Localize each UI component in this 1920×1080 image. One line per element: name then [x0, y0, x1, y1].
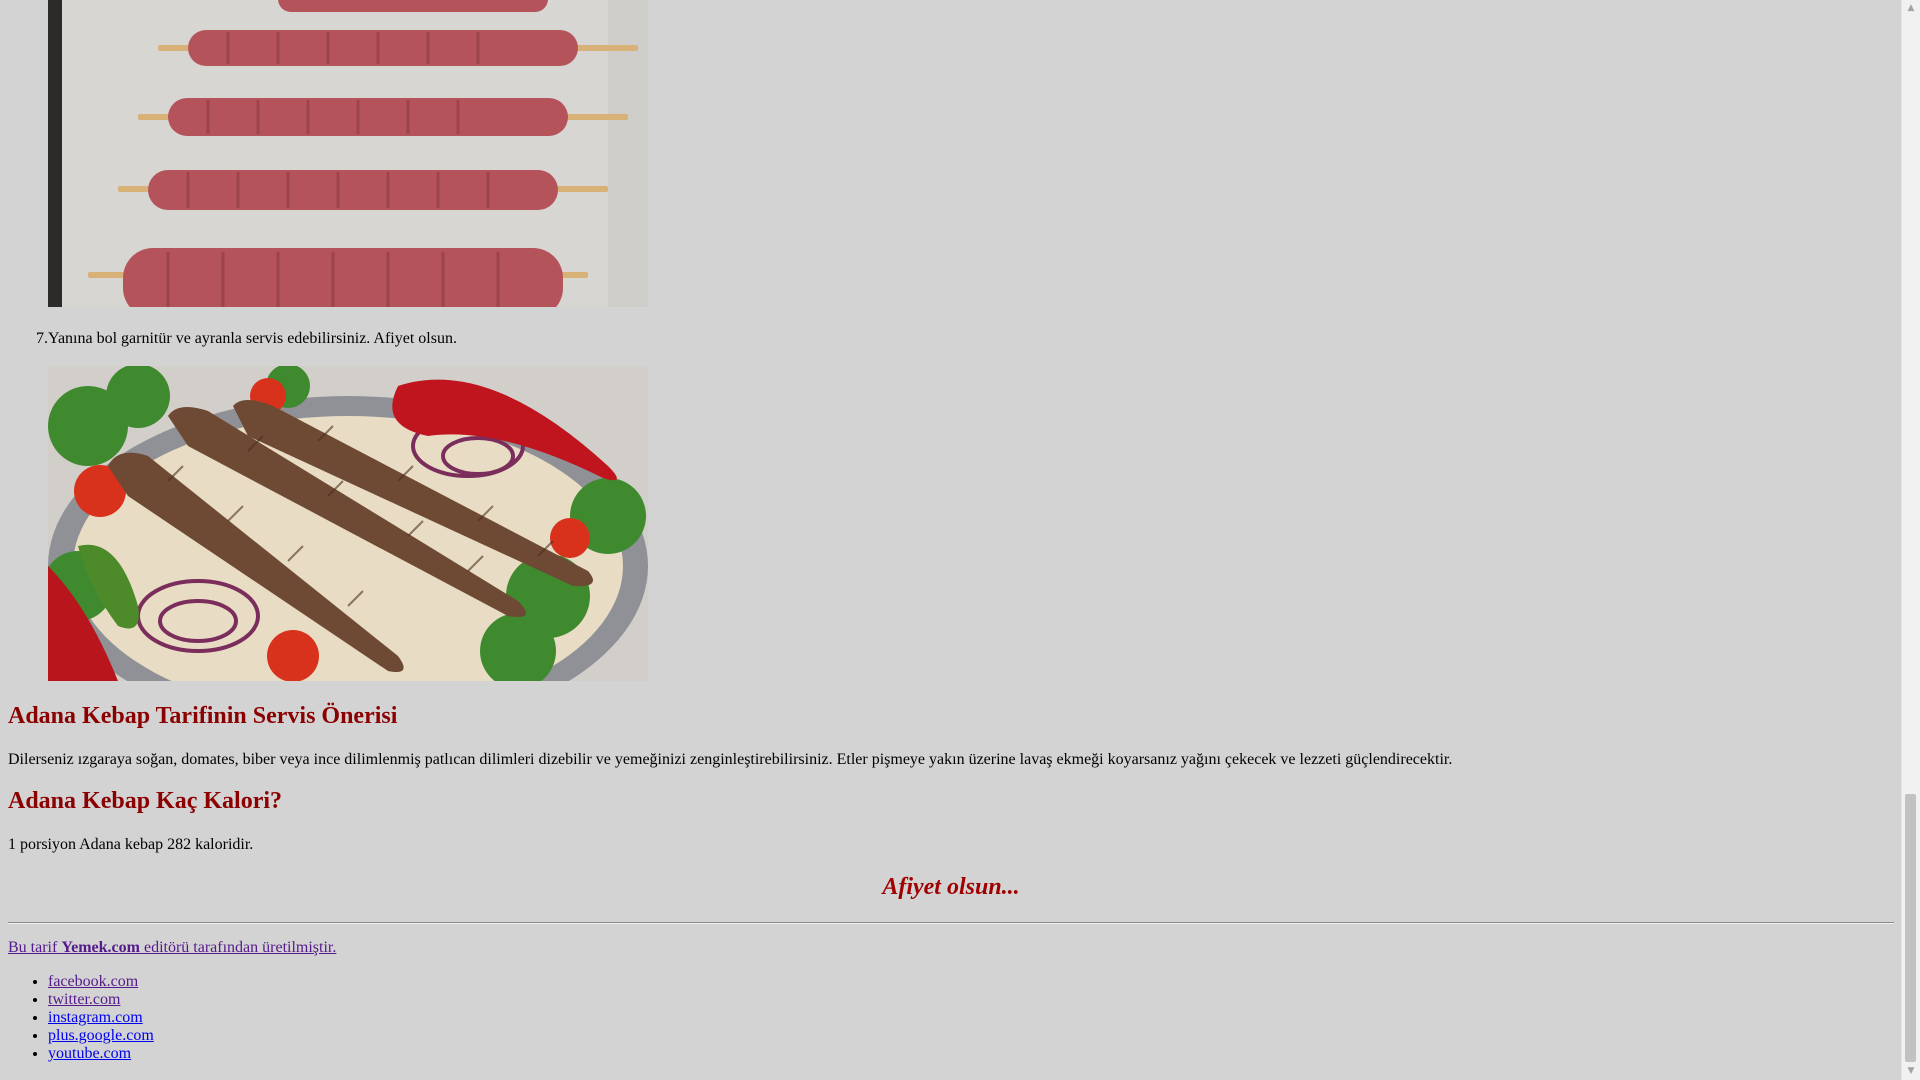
social-link-item: facebook.com [48, 973, 154, 991]
facebook-link[interactable]: facebook.com [48, 973, 138, 990]
section-paragraph: 1 porsiyon Adana kebap 282 kaloridir. [8, 836, 254, 853]
credit-brand: Yemek.com [61, 939, 140, 956]
closing-text: Afiyet olsun... [882, 874, 1020, 900]
instagram-link[interactable]: instagram.com [48, 1009, 143, 1026]
section-paragraph: Dilerseniz ızgaraya soğan, domates, bibe… [8, 751, 1453, 768]
footer-divider [8, 922, 1894, 924]
section-heading: Adana Kebap Tarifinin Servis Önerisi [8, 703, 398, 729]
social-links-list: facebook.com twitter.com instagram.com p… [8, 973, 154, 1063]
social-link-item: plus.google.com [48, 1027, 154, 1045]
step-text: Yanına bol garnitür ve ayranla servis ed… [48, 330, 457, 347]
recipe-page: 7. Yanına bol garnitür ve ayranla servis… [0, 0, 1902, 1080]
social-link-item: twitter.com [48, 991, 154, 1009]
scroll-down-arrow-icon[interactable]: ▼ [1902, 1063, 1920, 1080]
raw-kebab-skewers-photo [48, 0, 648, 307]
scrollbar-thumb[interactable] [1905, 794, 1916, 1062]
credit-link[interactable]: Bu tarif Yemek.com editörü tarafından ür… [8, 939, 336, 957]
section-heading: Adana Kebap Kaç Kalori? [8, 788, 283, 814]
social-link-item: instagram.com [48, 1009, 154, 1027]
vertical-scrollbar[interactable]: ▲ ▼ [1901, 0, 1920, 1080]
credit-prefix: Bu tarif [8, 939, 62, 956]
social-link-item: youtube.com [48, 1045, 154, 1063]
google-plus-link[interactable]: plus.google.com [48, 1027, 154, 1044]
grilled-adana-kebab-plate-photo [48, 366, 648, 681]
recipe-step: 7. Yanına bol garnitür ve ayranla servis… [8, 329, 908, 349]
twitter-link[interactable]: twitter.com [48, 991, 120, 1008]
scroll-up-arrow-icon[interactable]: ▲ [1902, 0, 1920, 17]
step-number: 7. [36, 330, 48, 347]
youtube-link[interactable]: youtube.com [48, 1045, 131, 1062]
credit-suffix: editörü tarafından üretilmiştir. [139, 939, 337, 956]
